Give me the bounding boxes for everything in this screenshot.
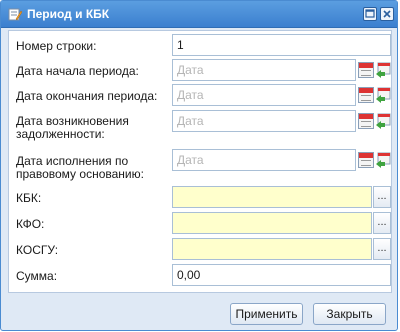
period-start-input[interactable]: Дата [172,59,356,81]
close-icon [383,10,391,18]
row-number-input[interactable]: 1 [172,34,391,56]
clear-date-icon[interactable] [375,113,391,129]
period-end-input[interactable]: Дата [172,84,356,106]
clear-date-icon[interactable] [375,62,391,78]
clear-date-icon[interactable] [375,87,391,103]
calendar-icon[interactable] [358,62,374,78]
period-end-label: Дата окончания периода: [16,89,158,103]
calendar-icon[interactable] [358,113,374,129]
kfo-label: КФО: [16,217,45,231]
form-edit-icon [8,8,22,21]
debt-date-label-line1: Дата возникновения [16,114,129,128]
amount-label: Сумма: [16,269,58,283]
execution-date-label-line2: правовому основанию: [16,167,144,181]
kosgu-input[interactable] [172,238,372,260]
clear-date-icon[interactable] [375,152,391,168]
kfo-input[interactable] [172,212,372,234]
dialog-window: Период и КБК Номер строки: 1 Дата начала… [0,0,398,331]
debt-date-label-line2: задолженности: [16,127,105,141]
debt-date-input[interactable]: Дата [172,110,356,132]
window-title: Период и КБК [27,7,110,21]
form-body: Номер строки: 1 Дата начала периода: Дат… [8,30,392,293]
calendar-icon[interactable] [358,87,374,103]
kbk-lookup-button[interactable]: ... [373,186,391,208]
amount-input[interactable]: 0,00 [172,264,391,286]
maximize-button[interactable] [363,7,377,21]
kbk-label: КБК: [16,191,42,205]
close-window-button[interactable] [380,7,394,21]
calendar-icon[interactable] [358,152,374,168]
execution-date-label-line1: Дата исполнения по [16,154,129,168]
kbk-input[interactable] [172,186,372,208]
title-bar[interactable]: Период и КБК [1,1,397,28]
close-button[interactable]: Закрыть [313,303,386,325]
kfo-lookup-button[interactable]: ... [373,212,391,234]
execution-date-input[interactable]: Дата [172,149,356,171]
kosgu-lookup-button[interactable]: ... [373,238,391,260]
maximize-icon [365,9,375,18]
kosgu-label: КОСГУ: [16,243,59,257]
apply-button[interactable]: Применить [230,303,303,325]
period-start-label: Дата начала периода: [16,64,139,78]
row-number-label: Номер строки: [16,39,97,53]
